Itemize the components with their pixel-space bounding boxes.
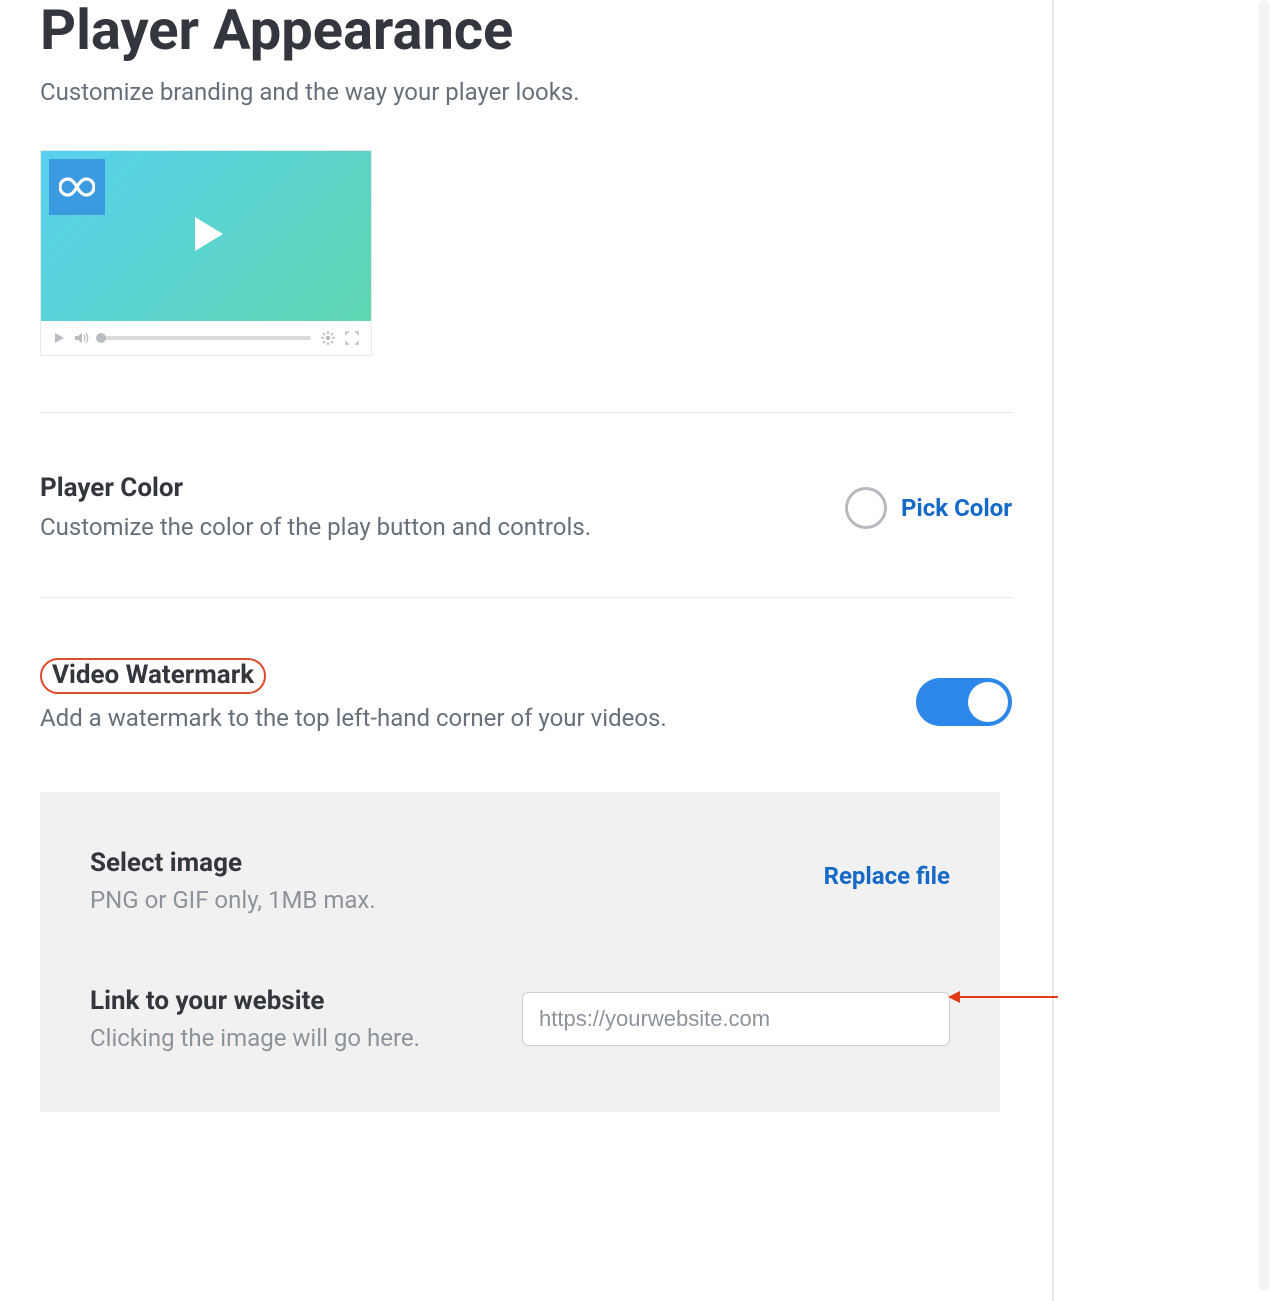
annotation-arrow [948,991,1058,1003]
scrollbar[interactable] [1259,0,1269,1290]
player-color-description: Customize the color of the play button a… [40,513,591,541]
link-website-heading: Link to your website [90,986,420,1016]
replace-file-link[interactable]: Replace file [824,862,950,890]
gear-icon[interactable] [321,331,335,345]
color-swatch[interactable] [845,487,887,529]
play-icon[interactable] [179,207,233,265]
player-video-area [41,151,371,321]
pick-color-control[interactable]: Pick Color [845,487,1012,529]
infinity-icon [59,177,95,197]
player-color-heading: Player Color [40,473,591,503]
player-controls [41,321,371,355]
select-image-description: PNG or GIF only, 1MB max. [90,886,376,914]
divider [40,597,1012,598]
website-url-input[interactable] [522,992,950,1046]
volume-icon[interactable] [75,332,91,344]
video-watermark-description: Add a watermark to the top left-hand cor… [40,704,667,732]
toggle-knob [968,682,1008,722]
player-preview [40,150,372,356]
link-website-description: Clicking the image will go here. [90,1024,420,1052]
player-color-section: Player Color Customize the color of the … [40,473,1012,541]
progress-bar[interactable] [101,336,311,340]
watermark-logo [49,159,105,215]
watermark-settings-panel: Select image PNG or GIF only, 1MB max. R… [40,792,1000,1112]
page-subtitle: Customize branding and the way your play… [40,78,1012,106]
pick-color-link[interactable]: Pick Color [901,494,1012,522]
page-title: Player Appearance [40,0,1012,62]
divider [40,412,1012,413]
progress-thumb[interactable] [96,333,106,343]
video-watermark-heading: Video Watermark [40,658,266,694]
play-small-icon[interactable] [53,332,65,344]
watermark-toggle[interactable] [916,678,1012,726]
fullscreen-icon[interactable] [345,331,359,345]
select-image-heading: Select image [90,848,376,878]
video-watermark-section: Video Watermark Add a watermark to the t… [40,658,1012,732]
